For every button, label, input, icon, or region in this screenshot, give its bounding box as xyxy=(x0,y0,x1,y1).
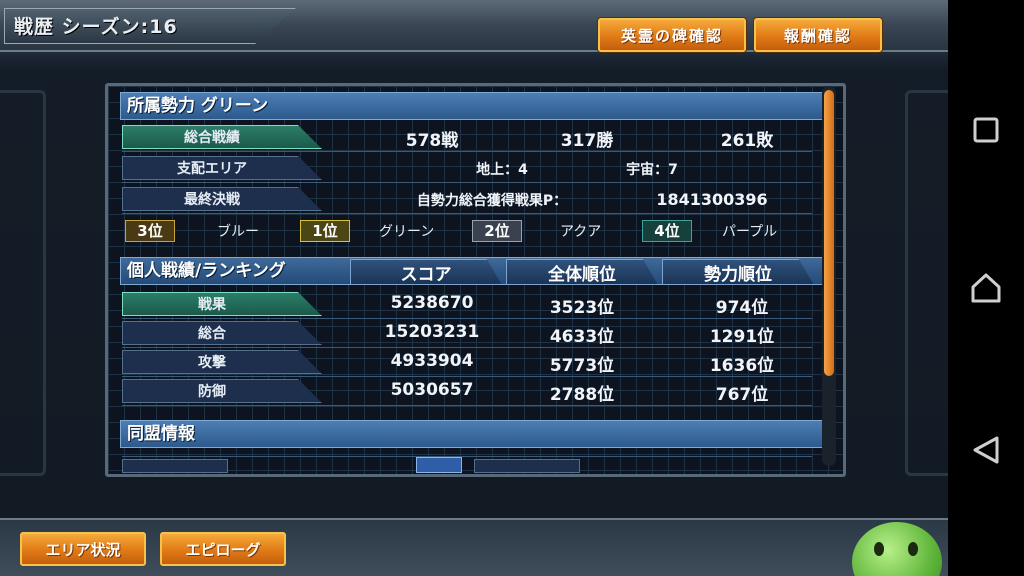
battles-value: 578戦 xyxy=(405,131,459,151)
epilogue-button[interactable]: エピローグ xyxy=(160,532,286,566)
overall-rank-value: 3523位 xyxy=(549,298,615,318)
row-label: 戦果 xyxy=(122,292,322,316)
score-value: 15203231 xyxy=(384,322,480,342)
wins-value: 317勝 xyxy=(560,131,614,151)
alliance-row-partial xyxy=(122,456,812,473)
row-label: 支配エリア xyxy=(122,156,322,180)
row-label: 最終決戦 xyxy=(122,187,322,211)
col-faction-rank: 勢力順位 xyxy=(662,259,814,285)
scrollbar[interactable] xyxy=(822,86,836,466)
left-frame-decoration xyxy=(0,90,46,476)
back-icon[interactable] xyxy=(948,430,1024,470)
overall-rank-value: 4633位 xyxy=(549,327,615,347)
space-area-value: 宇宙：7 xyxy=(626,162,678,178)
personal-row: 攻撃 4933904 5773位 1636位 xyxy=(122,348,812,377)
faction-section-header: 所属勢力 グリーン xyxy=(120,92,824,120)
faction-rank-value: 767位 xyxy=(715,385,769,405)
final-battle-points: 1841300396 xyxy=(656,190,768,209)
personal-row: 戦果 5238670 3523位 974位 xyxy=(122,290,812,319)
final-battle-label-value: 自勢力総合獲得戦果P： xyxy=(416,193,568,209)
recent-apps-icon[interactable] xyxy=(948,110,1024,150)
faction-ranking-row: 3位 ブルー 1位 グリーン 2位 アクア 4位 パープル xyxy=(122,217,812,243)
faction-rank-value: 974位 xyxy=(715,298,769,318)
row-label: 総合戦績 xyxy=(122,125,322,149)
rank-badge-purple: 4位 xyxy=(642,220,692,242)
personal-row: 防御 5030657 2788位 767位 xyxy=(122,377,812,406)
faction-rank-value: 1291位 xyxy=(709,327,775,347)
rank-badge-aqua: 2位 xyxy=(472,220,522,242)
faction-row-final: 最終決戦 自勢力総合獲得戦果P： 1841300396 xyxy=(122,185,812,214)
faction-row-area: 支配エリア 地上：4 宇宙：7 xyxy=(122,154,812,183)
monument-check-button[interactable]: 英霊の碑確認 xyxy=(598,18,746,52)
faction-row-total: 総合戦績 578戦 317勝 261敗 xyxy=(122,123,812,152)
alliance-section-header: 同盟情報 xyxy=(120,420,824,448)
row-label: 防御 xyxy=(122,379,322,403)
row-label: 総合 xyxy=(122,321,322,345)
losses-value: 261敗 xyxy=(720,131,774,151)
right-frame-decoration xyxy=(905,90,948,476)
col-score: スコア xyxy=(350,259,502,285)
ground-area-value: 地上：4 xyxy=(476,162,528,178)
overall-rank-value: 2788位 xyxy=(549,385,615,405)
record-panel: 所属勢力 グリーン 総合戦績 578戦 317勝 261敗 支配エリア 地上：4… xyxy=(105,83,846,477)
faction-rank-value: 1636位 xyxy=(709,356,775,376)
faction-name-aqua: アクア xyxy=(560,224,602,240)
score-value: 4933904 xyxy=(390,351,474,371)
area-status-button[interactable]: エリア状況 xyxy=(20,532,146,566)
col-overall-rank: 全体順位 xyxy=(506,259,658,285)
score-value: 5238670 xyxy=(390,293,474,313)
page-title: 戦歴 シーズン:16 xyxy=(14,16,178,38)
faction-name-blue: ブルー xyxy=(217,224,259,240)
row-label: 攻撃 xyxy=(122,350,322,374)
home-icon[interactable] xyxy=(948,268,1024,308)
rank-badge-blue: 3位 xyxy=(125,220,175,242)
android-nav-bar xyxy=(948,0,1024,576)
score-value: 5030657 xyxy=(390,380,474,400)
overall-rank-value: 5773位 xyxy=(549,356,615,376)
personal-row: 総合 15203231 4633位 1291位 xyxy=(122,319,812,348)
confirm-button-partial[interactable] xyxy=(416,457,462,473)
rank-badge-green: 1位 xyxy=(300,220,350,242)
faction-name-purple: パープル xyxy=(722,224,778,240)
game-screen: 戦歴 シーズン:16 英霊の碑確認 報酬確認 所属勢力 グリーン 総合戦績 57… xyxy=(0,0,948,576)
reward-check-button[interactable]: 報酬確認 xyxy=(754,18,882,52)
faction-name-green: グリーン xyxy=(379,224,435,240)
scrollbar-thumb[interactable] xyxy=(824,90,834,376)
